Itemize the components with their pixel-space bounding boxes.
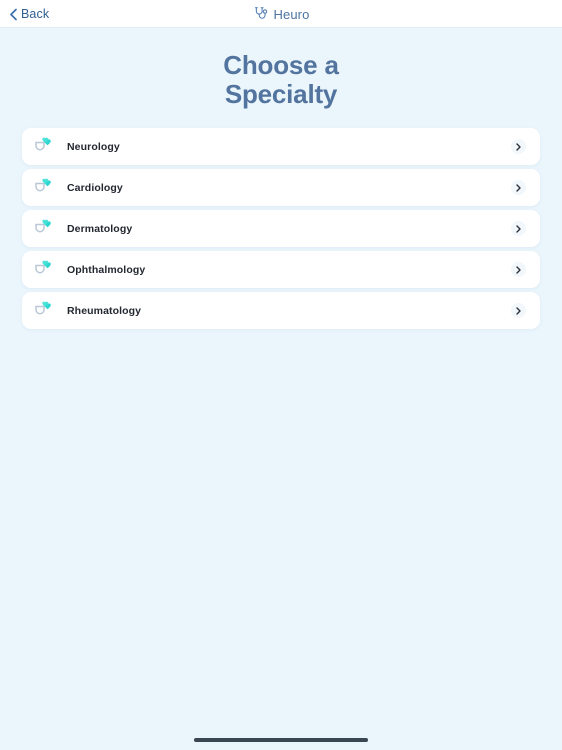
specialty-row-rheumatology[interactable]: Rheumatology (22, 292, 540, 330)
specialty-label: Rheumatology (67, 304, 142, 317)
stethoscope-icon (253, 6, 269, 22)
brand: Heuro (0, 0, 562, 28)
stethoscope-heart-icon (32, 259, 56, 281)
stethoscope-heart-icon (32, 300, 56, 322)
home-indicator[interactable] (194, 738, 368, 742)
brand-name: Heuro (273, 6, 310, 22)
chevron-right-icon[interactable] (511, 139, 526, 155)
specialty-row-dermatology[interactable]: Dermatology (22, 210, 540, 248)
app-screen: Back Heuro Choose a Specialty Neurology … (0, 0, 562, 750)
page-title-line-2: Specialty (224, 78, 338, 109)
navigation-bar: Back Heuro (0, 0, 562, 28)
page-title: Choose a Specialty (0, 51, 562, 108)
stethoscope-heart-icon (32, 218, 56, 240)
specialty-label: Cardiology (67, 181, 123, 194)
specialty-row-neurology[interactable]: Neurology (22, 128, 540, 166)
page-title-line-1: Choose a (223, 50, 339, 80)
stethoscope-heart-icon (32, 177, 56, 199)
chevron-right-icon[interactable] (511, 221, 526, 237)
specialty-label: Dermatology (67, 222, 133, 235)
specialty-row-ophthalmology[interactable]: Ophthalmology (22, 251, 540, 289)
chevron-right-icon[interactable] (511, 180, 526, 196)
chevron-right-icon[interactable] (511, 262, 526, 278)
specialty-label: Neurology (67, 140, 120, 153)
specialty-row-cardiology[interactable]: Cardiology (22, 169, 540, 207)
specialty-list: Neurology Cardiology Dermatology Ophthal… (0, 128, 562, 331)
stethoscope-heart-icon (32, 136, 56, 158)
specialty-label: Ophthalmology (67, 263, 146, 276)
chevron-right-icon[interactable] (511, 303, 526, 319)
